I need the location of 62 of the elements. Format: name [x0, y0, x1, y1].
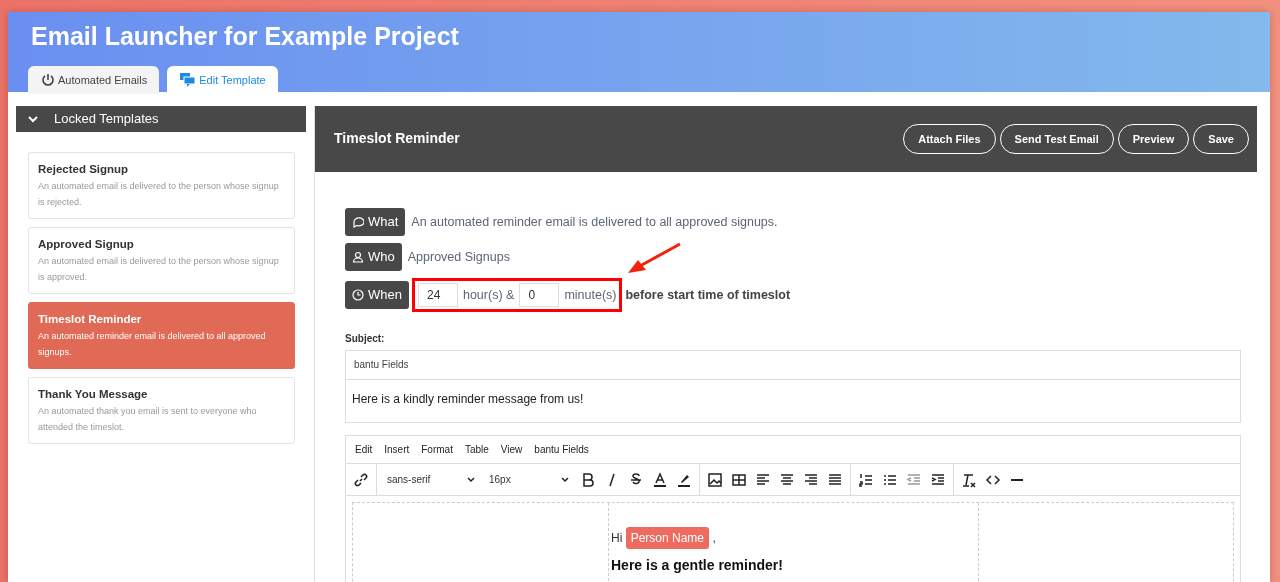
- template-title: Timeslot Reminder: [334, 129, 460, 148]
- chat-icon: [179, 72, 198, 88]
- link-icon[interactable]: [353, 471, 369, 488]
- card-title: Timeslot Reminder: [38, 312, 143, 327]
- speech-bubble-icon: [352, 216, 364, 228]
- template-card[interactable]: Rejected Signup An automated email is delivered to the person whose signup is rejected.: [28, 152, 295, 219]
- arrow-icon: [626, 242, 682, 276]
- align-right-icon[interactable]: [803, 471, 819, 488]
- card-description: An automated email is delivered to the person whose signup is rejected.: [38, 180, 280, 210]
- comma-text: ,: [711, 531, 716, 545]
- menu-item[interactable]: Format: [415, 442, 459, 457]
- menu-item[interactable]: Insert: [378, 442, 416, 457]
- who-text: Approved Signups: [407, 248, 510, 266]
- card-description: An automated reminder email is delivered to all approved signups.: [38, 330, 267, 360]
- hours-unit: hour(s) &: [462, 286, 515, 304]
- label-text: When: [368, 286, 402, 305]
- greeting-text: Hi: [611, 531, 624, 545]
- card-title: Approved Signup: [38, 237, 135, 252]
- text-color-icon[interactable]: [652, 471, 668, 488]
- power-icon: [40, 72, 56, 88]
- caret-icon: [561, 476, 569, 483]
- table-icon[interactable]: [731, 471, 747, 488]
- person-icon: [352, 251, 364, 263]
- when-suffix: before start time of timeslot: [625, 286, 791, 304]
- chevron-down-icon: [28, 115, 38, 123]
- app-title: Email Launcher for Example Project: [31, 22, 460, 50]
- card-description: An automated thank you email is sent to everyone who attended the timeslot.: [38, 405, 258, 435]
- fields-menu[interactable]: bantu Fields: [346, 351, 1240, 380]
- minutes-field[interactable]: 0: [519, 283, 560, 307]
- email-heading: Here is a gentle reminder!: [611, 557, 784, 574]
- sidebar-title: Locked Templates: [54, 110, 159, 129]
- menu-item[interactable]: bantu Fields: [528, 442, 595, 457]
- label-text: What: [368, 213, 399, 232]
- tab[interactable]: Automated Emails: [28, 66, 160, 94]
- sidebar-header[interactable]: Locked Templates: [16, 106, 306, 132]
- font-select[interactable]: sans-serif: [381, 472, 481, 487]
- justify-icon[interactable]: [827, 471, 843, 488]
- template-card[interactable]: Thank You Message An automated thank you email is sent to everyone who attended the timeslot.: [28, 377, 295, 444]
- card-description: An automated email is delivered to the person whose signup is approved.: [38, 255, 280, 285]
- menu-item[interactable]: View: [494, 442, 529, 457]
- subject-field[interactable]: Here is a kindly reminder message from us!: [346, 380, 1240, 422]
- hours-field[interactable]: 24: [417, 283, 458, 307]
- align-center-icon[interactable]: [779, 471, 795, 488]
- subject-label: Subject:: [345, 332, 386, 346]
- template-card[interactable]: Approved Signup An automated email is delivered to the person whose signup is approved.: [28, 227, 295, 294]
- what-text: An automated reminder email is delivered to all approved signups.: [411, 213, 778, 231]
- minutes-unit: minute(s): [564, 286, 617, 304]
- card-title: Thank You Message: [38, 387, 149, 402]
- menu-item[interactable]: Table: [458, 442, 495, 457]
- image-icon[interactable]: [707, 471, 723, 488]
- menu-item[interactable]: Edit: [349, 442, 379, 457]
- align-left-icon[interactable]: [755, 471, 771, 488]
- label-text: Who: [368, 248, 395, 267]
- numbered-list-icon[interactable]: [858, 471, 874, 488]
- clock-icon: [352, 289, 364, 301]
- size-select[interactable]: 16px: [483, 472, 575, 487]
- card-title: Rejected Signup: [38, 162, 130, 177]
- tab[interactable]: Edit Template: [167, 66, 278, 94]
- indent-icon[interactable]: [930, 471, 946, 488]
- bold-icon[interactable]: [580, 471, 596, 488]
- clear-format-icon[interactable]: [961, 471, 977, 488]
- caret-icon: [467, 476, 475, 483]
